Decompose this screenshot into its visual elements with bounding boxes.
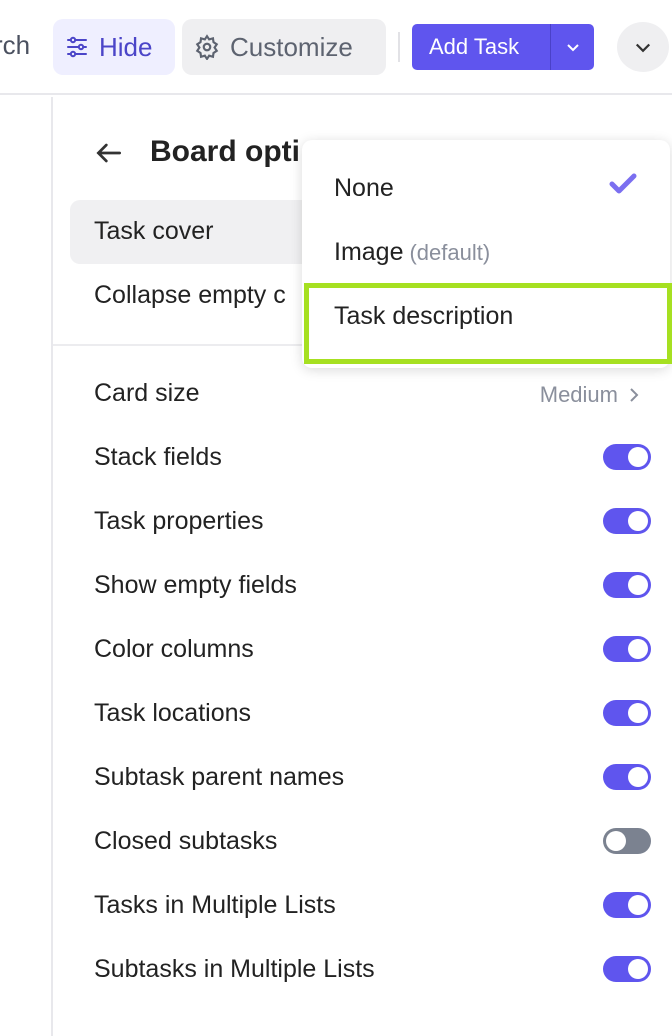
option-task-description[interactable]: Task description — [334, 302, 513, 331]
toggle-switch[interactable] — [603, 956, 651, 982]
toggle-row-label: Tasks in Multiple Lists — [94, 891, 336, 919]
toggle-switch[interactable] — [603, 700, 651, 726]
toggle-row-label: Subtasks in Multiple Lists — [94, 955, 375, 983]
customize-button[interactable]: Customize — [182, 19, 386, 75]
toggle-switch[interactable] — [603, 572, 651, 598]
chevron-down-icon — [635, 43, 651, 53]
toggle-row-label: Task locations — [94, 699, 252, 727]
chevron-right-icon — [630, 388, 639, 402]
gear-icon — [195, 34, 219, 60]
toggle-row-label: Color columns — [94, 635, 254, 663]
task-cover-dropdown: None Image (default) Task description — [302, 140, 672, 368]
hide-button[interactable]: Hide — [53, 19, 175, 75]
panel-title: Board opti — [150, 135, 300, 168]
toggle-row-label: Subtask parent names — [94, 763, 345, 791]
more-button[interactable] — [617, 22, 669, 72]
sliders-icon — [67, 36, 87, 58]
option-image-label: Image — [334, 238, 404, 266]
divider — [398, 32, 400, 62]
add-task-dropdown[interactable] — [550, 24, 594, 70]
toggle-switch[interactable] — [603, 764, 651, 790]
toolbar: rch Hide Customize Add Task — [0, 0, 672, 95]
back-arrow-icon[interactable] — [93, 137, 125, 169]
option-image[interactable]: Image (default) — [334, 238, 490, 267]
checkmark-icon — [609, 173, 637, 194]
option-none[interactable]: None — [334, 174, 394, 203]
collapse-empty-label[interactable]: Collapse empty c — [94, 281, 286, 310]
card-size-value[interactable]: Medium — [540, 382, 618, 408]
toggle-row-label: Closed subtasks — [94, 827, 278, 855]
customize-label: Customize — [230, 31, 353, 62]
task-cover-label: Task cover — [94, 217, 214, 245]
toggle-switch[interactable] — [603, 444, 651, 470]
add-task-button[interactable]: Add Task — [412, 24, 594, 70]
add-task-label: Add Task — [429, 34, 520, 59]
toggle-row-label: Show empty fields — [94, 571, 297, 599]
toggle-switch[interactable] — [603, 636, 651, 662]
toggle-switch[interactable] — [603, 892, 651, 918]
search-button[interactable]: rch — [0, 30, 30, 61]
toggle-switch[interactable] — [603, 828, 651, 854]
toggle-row-label: Stack fields — [94, 443, 222, 471]
hide-label: Hide — [99, 31, 153, 62]
chevron-down-icon — [566, 44, 579, 52]
toggle-row-label: Task properties — [94, 507, 264, 535]
toggle-switch[interactable] — [603, 508, 651, 534]
default-note: (default) — [409, 240, 491, 265]
card-size-label[interactable]: Card size — [94, 379, 200, 408]
